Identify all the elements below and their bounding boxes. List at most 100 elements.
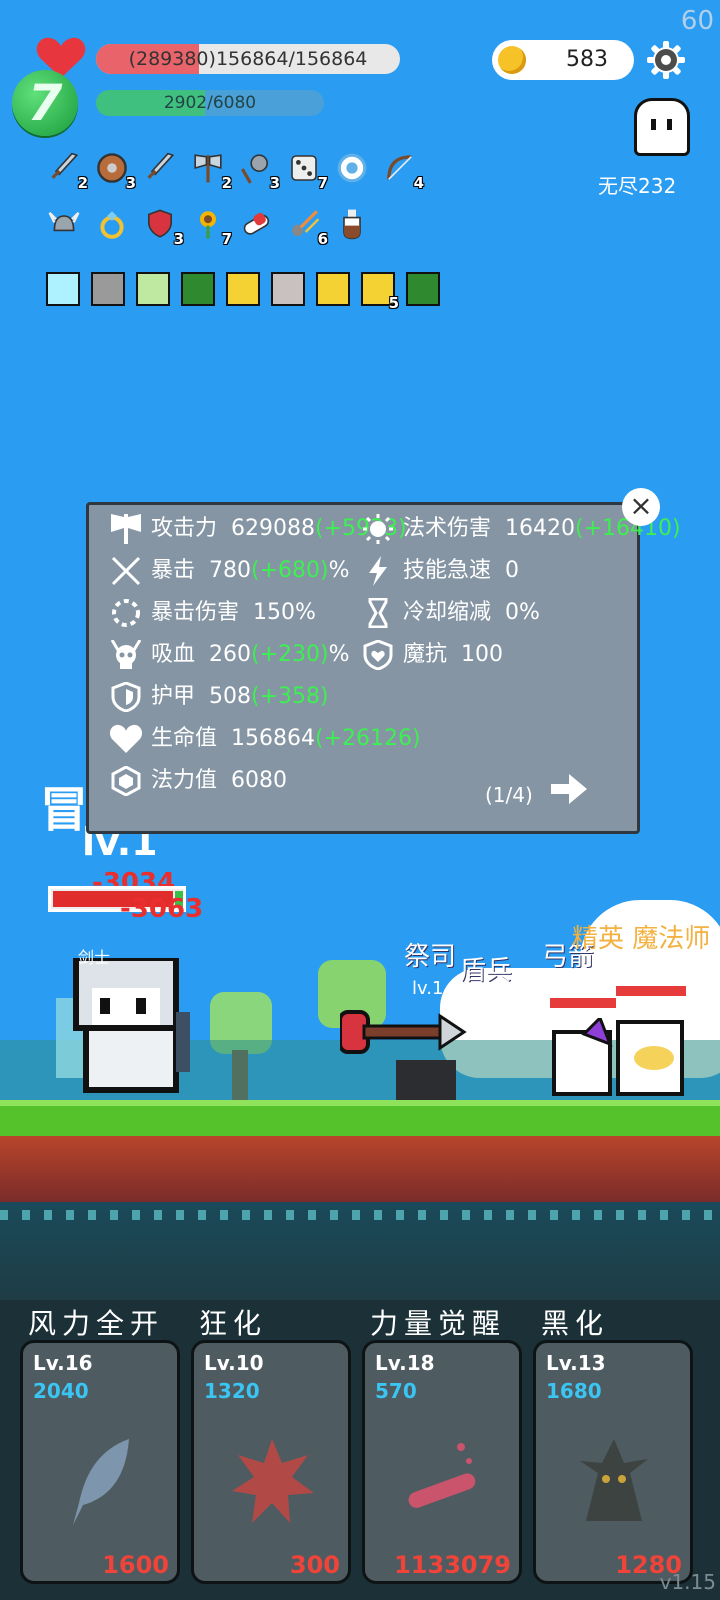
enemy-hp-bar (550, 998, 616, 1008)
close-button[interactable]: × (622, 488, 660, 526)
skill-upgrade-cost: 300 (289, 1551, 340, 1579)
stat-armor: 护甲 508(+358) (109, 679, 329, 715)
hp-shield: (289380) (128, 48, 216, 70)
armor-buff-icon[interactable] (91, 272, 125, 306)
pill-icon[interactable] (236, 204, 276, 244)
skill-level: Lv.13 (546, 1351, 606, 1375)
poison-buff-icon[interactable] (406, 272, 440, 306)
mp-text: 2902/6080 (163, 93, 257, 113)
player-level-badge[interactable]: 7 (12, 70, 78, 136)
stat-mana: 法力值 6080 (109, 763, 287, 799)
hero-knight-sprite (56, 958, 190, 1093)
ground-grass (0, 1100, 720, 1136)
stat-skill-haste: 技能急速 0 (361, 553, 519, 589)
dotted-circle-icon (112, 599, 140, 627)
enemy-hp-bar (616, 986, 686, 996)
item-count: 3 (269, 174, 280, 192)
hp-text: 156864/156864 (215, 48, 368, 70)
skill-mana-cost: 1680 (546, 1379, 602, 1403)
damage-number: -3063 (120, 894, 204, 924)
round-shield-icon[interactable]: 3 (92, 148, 136, 192)
floating-title-text: 冒 (40, 782, 89, 838)
heart-shield-icon (363, 640, 393, 670)
ghost-mode-icon[interactable] (634, 98, 690, 156)
arrow-right-icon[interactable] (549, 771, 589, 807)
gear-icon[interactable] (646, 40, 686, 80)
hourglass-icon (368, 598, 388, 628)
skill-mana-cost: 1320 (204, 1379, 260, 1403)
skill-mana-cost: 570 (375, 1379, 417, 1403)
stat-crit: 暴击 780(+680)% (109, 553, 350, 589)
skull-buff-icon[interactable] (226, 272, 260, 306)
sword-icon[interactable] (140, 148, 180, 188)
shield-icon (111, 682, 141, 712)
rage-splat-icon (232, 1439, 314, 1523)
dark-tree-icon (580, 1439, 648, 1521)
mp-bar: 2902/6080 (96, 90, 324, 116)
meteor-icon[interactable]: 6 (284, 204, 328, 248)
item-count: 3 (173, 230, 184, 248)
skill-card[interactable]: Lv.18 570 1133079 (362, 1340, 522, 1584)
skill-card[interactable]: Lv.13 1680 1280 (533, 1340, 693, 1584)
skill-level: Lv.10 (204, 1351, 264, 1375)
item-count: 7 (317, 174, 328, 192)
poison-buff-icon[interactable] (181, 272, 215, 306)
version-label: v1.15 (659, 1570, 716, 1594)
dice-icon[interactable]: 7 (284, 148, 328, 192)
skill-level: Lv.16 (33, 1351, 93, 1375)
skill-mana-cost: 2040 (33, 1379, 89, 1403)
light-buff-icon[interactable] (46, 272, 80, 306)
stat-lifesteal: 吸血 260(+230)% (109, 637, 350, 673)
double-axe-icon[interactable]: 2 (188, 148, 232, 192)
skill-card[interactable]: Lv.10 1320 300 (191, 1340, 351, 1584)
heart-icon (109, 724, 143, 753)
hero-label: 剑士 (78, 948, 111, 967)
skill-name: 狂化 (199, 1307, 268, 1340)
ground-dirt (0, 1136, 720, 1202)
horned-skull-icon (110, 640, 142, 669)
skill-level: Lv.18 (375, 1351, 435, 1375)
buff-count: 5 (388, 294, 399, 312)
item-count: 4 (413, 174, 424, 192)
endless-wave-label: 无尽232 (598, 174, 677, 198)
skull-buff-icon[interactable] (316, 272, 350, 306)
skull-buff-icon[interactable]: 5 (361, 272, 399, 312)
mace-icon[interactable]: 3 (236, 148, 280, 192)
enemy-name: 盾兵 (460, 956, 513, 986)
skill-name: 黑化 (541, 1307, 610, 1340)
target-icon[interactable] (332, 148, 372, 188)
enemy-name: 祭司 (404, 942, 457, 972)
slash-buff-icon[interactable] (271, 272, 305, 306)
viking-helmet-icon[interactable] (44, 204, 84, 244)
stat-hp: 生命值 156864(+26126) (109, 721, 421, 757)
skill-name: 风力全开 (28, 1307, 165, 1340)
crest-shield-icon[interactable]: 3 (140, 204, 184, 248)
heal-buff-icon[interactable] (136, 272, 170, 306)
coin-amount: 583 (566, 47, 608, 72)
sunflower-icon[interactable]: 7 (188, 204, 232, 248)
item-count: 7 (221, 230, 232, 248)
fps-counter: 60 (680, 6, 714, 36)
item-count: 6 (317, 230, 328, 248)
stat-magic-resist: 魔抗 100 (361, 637, 503, 673)
skill-name: 力量觉醒 (370, 1307, 507, 1340)
stat-crit-damage: 暴击伤害 150% (109, 595, 316, 631)
potion-tube-icon (408, 1443, 476, 1508)
axe-icon (111, 514, 141, 544)
enemy-shield-soldier-sprite (340, 1010, 467, 1100)
skill-upgrade-cost: 1600 (102, 1551, 169, 1579)
bow-icon[interactable]: 4 (380, 148, 424, 192)
skill-card[interactable]: Lv.16 2040 1600 (20, 1340, 180, 1584)
item-count: 2 (221, 174, 232, 192)
gem-icon (111, 766, 141, 796)
item-count: 2 (77, 174, 88, 192)
ring-icon[interactable] (92, 204, 132, 244)
coin-icon (498, 46, 526, 74)
potion-icon[interactable] (332, 204, 372, 244)
item-count: 3 (125, 174, 136, 192)
sword-icon[interactable]: 2 (44, 148, 88, 192)
sun-icon (363, 514, 393, 544)
coin-counter[interactable]: 583 (492, 40, 634, 80)
enemy-level: lv.1 (468, 990, 500, 1011)
page-indicator: (1/4) (485, 783, 533, 807)
